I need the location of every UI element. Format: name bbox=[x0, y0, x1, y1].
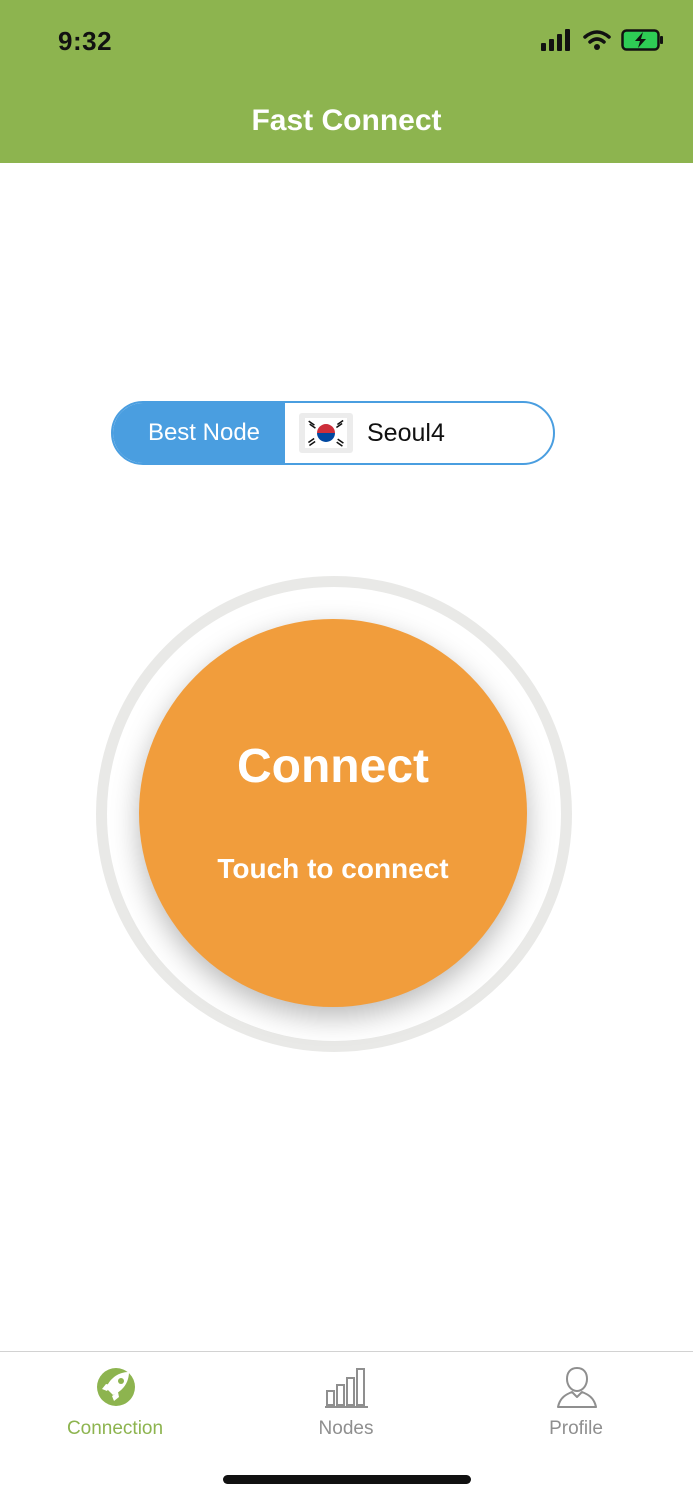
tab-connection[interactable]: Connection bbox=[25, 1352, 205, 1452]
cellular-signal-icon bbox=[541, 28, 573, 56]
tab-profile[interactable]: Profile bbox=[486, 1352, 666, 1452]
rocket-icon bbox=[93, 1364, 139, 1410]
tab-nodes-label: Nodes bbox=[318, 1418, 374, 1439]
battery-charging-icon bbox=[621, 28, 665, 57]
best-node-label: Best Node bbox=[113, 403, 285, 463]
tab-connection-label: Connection bbox=[66, 1418, 164, 1439]
user-icon bbox=[554, 1364, 600, 1410]
top-header: 9:32 Fast Connect bbox=[0, 0, 693, 163]
status-bar-time: 9:32 bbox=[58, 26, 113, 56]
home-indicator[interactable] bbox=[223, 1475, 471, 1484]
connect-button[interactable]: Connect Touch to connect bbox=[139, 619, 527, 1007]
wifi-icon bbox=[583, 29, 611, 56]
south-korea-flag-icon bbox=[299, 413, 353, 453]
node-name: Seoul4 bbox=[367, 418, 445, 447]
connect-subtitle: Touch to connect bbox=[217, 853, 449, 884]
best-node-selector[interactable]: Best Node Seoul4 bbox=[111, 401, 555, 465]
tab-nodes[interactable]: Nodes bbox=[256, 1352, 436, 1452]
page-title: Fast Connect bbox=[251, 104, 442, 137]
connect-title: Connect bbox=[237, 740, 429, 793]
signal-bars-icon bbox=[324, 1364, 370, 1410]
status-bar-icons bbox=[541, 28, 665, 56]
tab-profile-label: Profile bbox=[549, 1418, 603, 1439]
